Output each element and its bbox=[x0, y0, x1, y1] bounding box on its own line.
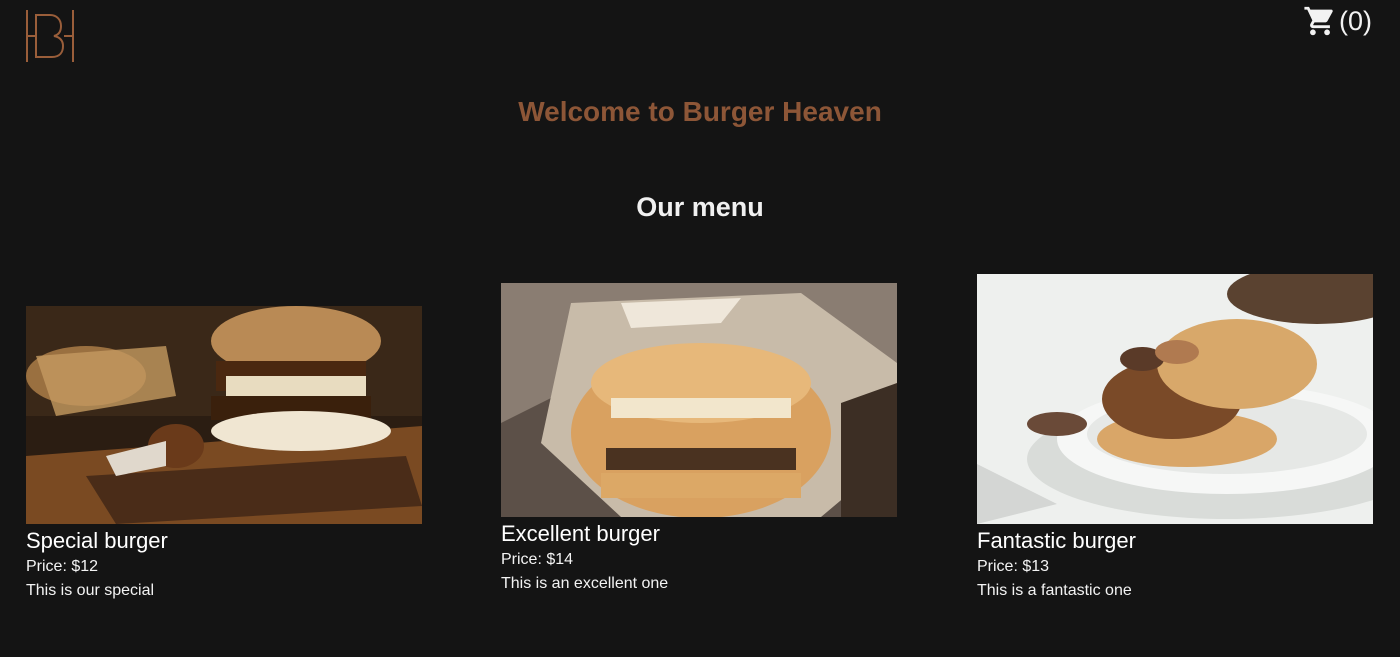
menu-item-fantastic-burger[interactable]: Fantastic burger Price: $13 This is a fa… bbox=[977, 274, 1373, 603]
burger-photo bbox=[977, 274, 1373, 524]
menu-item-price: Price: $13 bbox=[977, 558, 1050, 575]
menu-item-description: This is an excellent one bbox=[501, 575, 669, 592]
burger-photo bbox=[501, 283, 897, 517]
brand-logo-icon bbox=[26, 10, 74, 62]
shopping-cart-icon bbox=[1303, 4, 1337, 38]
menu-item-special-burger[interactable]: Special burger Price: $12 This is our sp… bbox=[26, 306, 422, 603]
menu-item-description: This is our special bbox=[26, 582, 155, 599]
menu-item-name: Excellent burger bbox=[501, 521, 660, 546]
menu-item-name: Fantastic burger bbox=[977, 528, 1136, 553]
burger-photo bbox=[26, 306, 422, 524]
cart-button[interactable]: (0) bbox=[1303, 4, 1372, 38]
brand-logo[interactable] bbox=[24, 9, 76, 63]
menu-heading: Our menu bbox=[636, 192, 764, 222]
menu-item-price: Price: $14 bbox=[501, 551, 574, 568]
cart-count: (0) bbox=[1339, 5, 1372, 36]
menu-item-price: Price: $12 bbox=[26, 558, 99, 575]
welcome-heading: Welcome to Burger Heaven bbox=[518, 96, 882, 127]
menu-item-excellent-burger[interactable]: Excellent burger Price: $14 This is an e… bbox=[501, 283, 897, 596]
menu-item-description: This is a fantastic one bbox=[977, 582, 1132, 599]
menu-item-name: Special burger bbox=[26, 528, 168, 553]
